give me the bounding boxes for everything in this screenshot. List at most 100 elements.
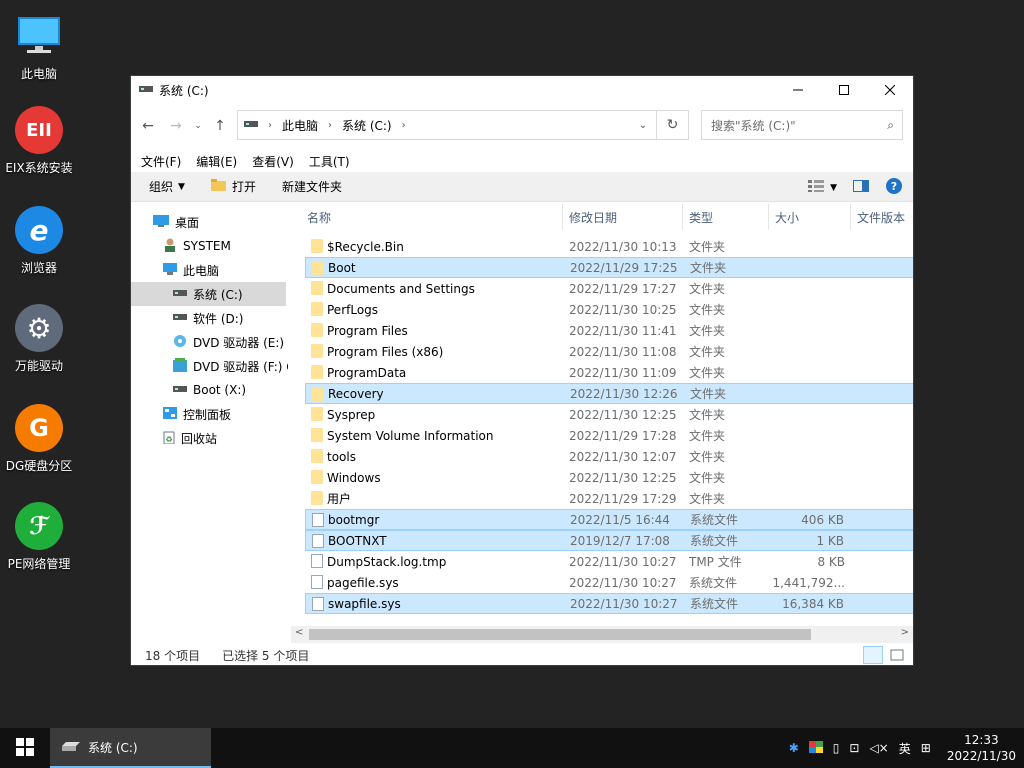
back-arrow-icon[interactable]: ← — [137, 115, 159, 137]
file-row[interactable]: 用户 2022/11/29 17:29 文件夹 — [305, 488, 913, 509]
recent-chevron-icon[interactable]: ⌄ — [187, 115, 209, 137]
column-header-name[interactable]: 名称 ^ — [301, 204, 563, 230]
nav-item-desktop[interactable]: 桌面 — [153, 210, 283, 234]
nav-item-drive-d[interactable]: 软件 (D:) — [173, 306, 283, 330]
network-icon[interactable]: ⊡ — [849, 741, 859, 755]
folder-icon — [311, 323, 323, 337]
scroll-right-icon[interactable]: > — [901, 627, 909, 638]
refresh-icon[interactable]: ↻ — [656, 111, 688, 139]
file-date: 2022/11/5 16:44 — [570, 512, 670, 527]
nav-item-control-panel[interactable]: 控制面板 — [163, 402, 283, 426]
file-row[interactable]: tools 2022/11/30 12:07 文件夹 — [305, 446, 913, 467]
desktop-icon-diskgenius[interactable]: G DG硬盘分区 — [0, 404, 78, 474]
file-row[interactable]: Documents and Settings 2022/11/29 17:27 文件… — [305, 278, 913, 299]
file-row[interactable]: DumpStack.log.tmp 2022/11/30 10:27 TMP 文件 8… — [305, 551, 913, 572]
file-row[interactable]: pagefile.sys 2022/11/30 10:27 系统文件 1,441,79… — [305, 572, 913, 593]
file-row[interactable]: Windows 2022/11/30 12:25 文件夹 — [305, 467, 913, 488]
breadcrumb-drive-c[interactable]: 系统 (C:) — [342, 117, 392, 134]
volume-muted-icon[interactable]: ◁× — [869, 741, 888, 755]
nav-item-this-pc[interactable]: 此电脑 — [163, 258, 283, 282]
clock[interactable]: 12:33 2022/11/30 — [947, 732, 1016, 764]
maximize-button[interactable] — [821, 76, 867, 104]
view-dropdown-icon[interactable]: ▼ — [830, 183, 837, 193]
file-row[interactable]: swapfile.sys 2022/11/30 10:27 系统文件 16,384 K… — [305, 593, 913, 614]
menu-file[interactable]: 文件(F) — [141, 153, 181, 170]
nav-item-label: 控制面板 — [183, 407, 232, 422]
file-type: 文件夹 — [689, 450, 726, 464]
column-header-type[interactable]: 类型 — [683, 204, 769, 230]
ime-indicator[interactable]: 英 — [899, 740, 911, 757]
nav-item-label: 系统 (C:) — [193, 287, 243, 302]
nav-item-dvd-e[interactable]: DVD 驱动器 (E:) E — [173, 330, 288, 354]
nav-item-drive-c[interactable]: 系统 (C:) — [131, 282, 286, 306]
desktop-icon-eix-install[interactable]: EII EIX系统安装 — [0, 106, 78, 176]
breadcrumb-this-pc[interactable]: 此电脑 — [282, 117, 318, 134]
menu-view[interactable]: 查看(V) — [252, 153, 294, 170]
file-name: Sysprep — [327, 407, 376, 422]
nav-item-boot-x[interactable]: Boot (X:) — [173, 378, 283, 402]
scroll-left-icon[interactable]: < — [295, 627, 303, 638]
address-dropdown-icon[interactable]: ⌄ — [630, 120, 656, 131]
desktop-icon-browser[interactable]: e 浏览器 — [0, 206, 78, 276]
scrollbar-thumb[interactable] — [309, 629, 811, 640]
horizontal-scrollbar[interactable]: < > — [291, 626, 913, 643]
file-name: PerfLogs — [327, 302, 379, 317]
menu-tools[interactable]: 工具(T) — [309, 153, 350, 170]
file-name: pagefile.sys — [327, 575, 399, 590]
open-label: 打开 — [231, 180, 256, 194]
forward-arrow-icon[interactable]: → — [165, 115, 187, 137]
search-icon[interactable]: ⌕ — [887, 118, 894, 133]
usb-device-icon[interactable]: ▯ — [833, 741, 840, 755]
organize-button[interactable]: 组织 ▼ — [149, 178, 185, 195]
up-arrow-icon[interactable]: ↑ — [209, 115, 231, 137]
svg-text:?: ? — [891, 180, 897, 193]
preview-pane-icon[interactable] — [853, 180, 869, 195]
column-header-size[interactable]: 大小 — [769, 204, 851, 230]
file-row[interactable]: bootmgr 2022/11/5 16:44 系统文件 406 KB — [305, 509, 913, 530]
title-bar[interactable]: 系统 (C:) — [131, 76, 913, 104]
file-date: 2022/11/30 10:27 — [569, 554, 677, 569]
bluetooth-icon[interactable]: ✱ — [789, 741, 799, 755]
details-view-icon[interactable] — [863, 646, 883, 664]
desktop-icon-network[interactable]: ℱ PE网络管理 — [0, 502, 78, 572]
file-type: 系统文件 — [690, 597, 739, 611]
file-row[interactable]: $Recycle.Bin 2022/11/30 10:13 文件夹 — [305, 236, 913, 257]
file-name: Documents and Settings — [327, 281, 475, 296]
breadcrumb-chevron-icon[interactable]: › — [268, 120, 272, 131]
breadcrumb-chevron-icon[interactable]: › — [402, 120, 406, 131]
close-button[interactable] — [867, 76, 913, 104]
large-icons-view-icon[interactable] — [887, 646, 907, 664]
file-row[interactable]: Program Files 2022/11/30 11:41 文件夹 — [305, 320, 913, 341]
display-color-icon[interactable] — [808, 740, 823, 756]
nav-item-recycle-bin[interactable]: ♻ 回收站 — [163, 426, 283, 450]
file-row[interactable]: Recovery 2022/11/30 12:26 文件夹 — [305, 383, 913, 404]
desktop-icon-driver[interactable]: ⚙ 万能驱动 — [0, 304, 78, 374]
column-header-date[interactable]: 修改日期 — [563, 204, 683, 230]
file-row[interactable]: Boot 2022/11/29 17:25 文件夹 — [305, 257, 913, 278]
new-folder-button[interactable]: 新建文件夹 — [282, 178, 342, 195]
file-row[interactable]: PerfLogs 2022/11/30 10:25 文件夹 — [305, 299, 913, 320]
column-header-version[interactable]: 文件版本 — [851, 204, 913, 230]
start-button[interactable] — [0, 728, 50, 768]
monitor-icon — [15, 12, 63, 60]
view-options-icon[interactable] — [808, 180, 825, 195]
open-button[interactable]: 打开 — [210, 178, 256, 195]
menu-edit[interactable]: 编辑(E) — [196, 153, 237, 170]
new-folder-label: 新建文件夹 — [281, 180, 342, 194]
breadcrumb-chevron-icon[interactable]: › — [328, 120, 332, 131]
search-box[interactable]: 搜索"系统 (C:)" ⌕ — [701, 110, 903, 140]
file-row[interactable]: System Volume Information 2022/11/29 17:2… — [305, 425, 913, 446]
taskbar-explorer-item[interactable]: 系统 (C:) — [50, 728, 211, 768]
nav-item-system-user[interactable]: SYSTEM — [163, 234, 283, 258]
file-row[interactable]: BOOTNXT 2019/12/7 17:08 系统文件 1 KB — [305, 530, 913, 551]
desktop-icon-this-pc[interactable]: 此电脑 — [0, 12, 78, 82]
nav-item-dvd-f[interactable]: DVD 驱动器 (F:) C — [173, 354, 288, 378]
file-row[interactable]: ProgramData 2022/11/30 11:09 文件夹 — [305, 362, 913, 383]
address-bar[interactable]: › 此电脑 › 系统 (C:) › ⌄ ↻ — [237, 110, 689, 140]
open-folder-icon — [210, 179, 227, 194]
file-row[interactable]: Program Files (x86) 2022/11/30 11:08 文件夹 — [305, 341, 913, 362]
file-row[interactable]: Sysprep 2022/11/30 12:25 文件夹 — [305, 404, 913, 425]
input-grid-icon[interactable]: ⊞ — [921, 741, 931, 755]
help-icon[interactable]: ? — [885, 177, 903, 198]
minimize-button[interactable] — [775, 76, 821, 104]
